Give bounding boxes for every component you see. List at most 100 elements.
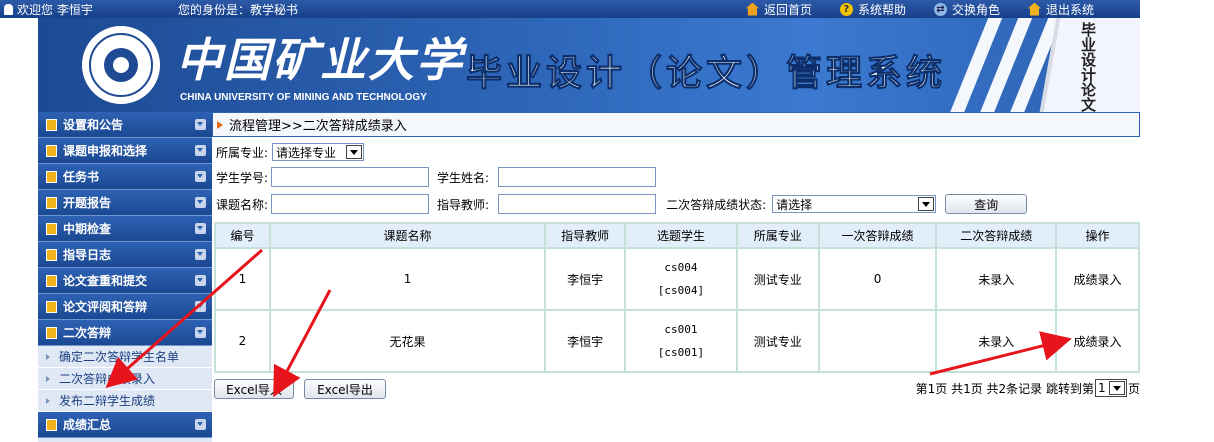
cell-teacher: 李恒宇 <box>544 309 627 373</box>
score-entry-link[interactable]: 成绩录入 <box>1074 273 1122 287</box>
folder-icon <box>46 274 57 287</box>
student-name-input[interactable] <box>498 167 657 187</box>
teacher-input[interactable] <box>498 194 657 214</box>
table-header-row: 编号 课题名称 指导教师 选题学生 所属专业 一次答辩成绩 二次答辩成绩 操作 <box>214 222 1140 249</box>
excel-import-button[interactable]: Excel导入 <box>214 379 294 399</box>
cell-topic: 1 <box>268 247 547 311</box>
major-select[interactable]: 请选择专业 <box>272 143 365 161</box>
help-link[interactable]: ? 系统帮助 <box>826 0 920 18</box>
cell-second-score: 未录入 <box>935 247 1058 311</box>
welcome-text: 欢迎您 李恒宇 <box>17 3 93 17</box>
bottom-bar: Excel导入 Excel导出 第1页 共1页 共2条记录 跳转到第 1 页 <box>214 377 1140 399</box>
page-jump-value: 1 <box>1097 381 1106 395</box>
student-name: cs004 <box>664 261 698 274</box>
query-button[interactable]: 查询 <box>945 194 1028 214</box>
university-name-cn: 中国矿业大学 <box>176 33 464 87</box>
cell-student: cs001 [cs001] <box>624 309 738 373</box>
chevron-down-icon <box>195 171 206 182</box>
pager: 第1页 共1页 共2条记录 跳转到第 1 页 <box>916 379 1140 397</box>
chevron-down-icon <box>195 327 206 338</box>
bullet-icon <box>46 375 50 382</box>
topic-label: 课题名称: <box>216 197 269 212</box>
student-id-input[interactable] <box>271 167 430 187</box>
exit-link-label: 退出系统 <box>1045 2 1094 17</box>
sidebar-item-task-book[interactable]: 任务书 <box>38 164 212 190</box>
col-first-score: 一次答辩成绩 <box>817 222 938 249</box>
student-name: cs001 <box>664 323 698 336</box>
breadcrumb: 流程管理>>二次答辩成绩录入 <box>212 112 1140 137</box>
major-select-value: 请选择专业 <box>276 145 337 160</box>
col-second-score: 二次答辩成绩 <box>935 222 1058 249</box>
top-links: 返回首页 ? 系统帮助 ⇄ 交换角色 退出系统 <box>732 0 1108 18</box>
sidebar-item-plagiarism-check[interactable]: 论文查重和提交 <box>38 268 212 294</box>
chevron-down-icon <box>195 145 206 156</box>
sidebar-subitem-publish-scores[interactable]: 发布二辩学生成绩 <box>38 390 212 412</box>
university-name-en: CHINA UNIVERSITY OF MINING AND TECHNOLOG… <box>180 92 427 103</box>
sidebar-item-midterm[interactable]: 中期检查 <box>38 216 212 242</box>
chevron-down-icon <box>195 301 206 312</box>
banner-margin <box>0 18 38 112</box>
main-content: 流程管理>>二次答辩成绩录入 所属专业: 请选择专业 学生学号: 学生姓名: 课… <box>212 112 1140 442</box>
chevron-down-icon <box>195 419 206 430</box>
folder-icon <box>46 170 57 183</box>
system-title: 毕业设计（论文）管理系统 <box>465 53 947 95</box>
major-label: 所属专业: <box>216 145 269 160</box>
exit-icon <box>1027 2 1041 16</box>
sidebar-item-topic-selection[interactable]: 课题申报和选择 <box>38 138 212 164</box>
table-row: 1 1 李恒宇 cs004 [cs004] 测试专业 0 未录入 成绩录入 <box>214 247 1140 311</box>
page-jump-select[interactable]: 1 <box>1094 379 1127 397</box>
sidebar-item-second-defense[interactable]: 二次答辩 <box>38 320 212 346</box>
help-link-label: 系统帮助 <box>857 2 906 17</box>
sidebar-subitem-confirm-list[interactable]: 确定二次答辩学生名单 <box>38 346 212 368</box>
filter-row-topic: 课题名称: 指导教师: 二次答辩成绩状态: 请选择 查询 <box>216 193 1028 215</box>
sidebar-item-review-defense[interactable]: 论文评阅和答辩 <box>38 294 212 320</box>
cell-first-score <box>817 309 938 373</box>
score-entry-link[interactable]: 成绩录入 <box>1074 335 1122 349</box>
sidebar-item-label: 论文查重和提交 <box>63 274 148 288</box>
university-seal-icon <box>82 26 160 104</box>
table-row: 2 无花果 李恒宇 cs001 [cs001] 测试专业 未录入 成绩录入 <box>214 309 1140 373</box>
chevron-down-icon <box>195 249 206 260</box>
sidebar-item-label: 开题报告 <box>63 196 112 210</box>
filter-row-major: 所属专业: 请选择专业 <box>216 141 365 163</box>
cell-topic: 无花果 <box>268 309 547 373</box>
col-id: 编号 <box>214 222 271 249</box>
chevron-down-icon <box>1108 381 1125 395</box>
topic-input[interactable] <box>271 194 430 214</box>
sidebar-item-label: 中期检查 <box>63 222 112 236</box>
chevron-down-icon <box>195 119 206 130</box>
sidebar-item-label: 成绩汇总 <box>63 418 112 432</box>
sidebar-item-label: 设置和公告 <box>63 118 124 132</box>
student-id: [cs001] <box>657 346 705 359</box>
excel-export-button[interactable]: Excel导出 <box>304 379 386 399</box>
swap-role-icon: ⇄ <box>933 2 947 16</box>
home-link-label: 返回首页 <box>763 2 812 17</box>
sidebar-item-label: 指导日志 <box>63 248 112 262</box>
swap-role-link-label: 交换角色 <box>951 2 1000 17</box>
cell-id: 1 <box>214 247 271 311</box>
welcome-area: 欢迎您 李恒宇 <box>4 1 93 18</box>
sidebar-item-guidance-log[interactable]: 指导日志 <box>38 242 212 268</box>
top-bar: 欢迎您 李恒宇 您的身份是：教学秘书 返回首页 ? 系统帮助 ⇄ 交换角色 退出… <box>0 0 1140 18</box>
folder-icon <box>46 248 57 261</box>
swap-role-link[interactable]: ⇄ 交换角色 <box>920 0 1014 18</box>
sidebar-subitem-label: 二次答辩成绩录入 <box>59 372 156 386</box>
cell-student: cs004 [cs004] <box>624 247 738 311</box>
exit-link[interactable]: 退出系统 <box>1014 0 1108 18</box>
arrow-right-icon <box>217 120 223 129</box>
status-select[interactable]: 请选择 <box>772 195 937 213</box>
folder-icon <box>46 418 57 431</box>
sidebar-item-proposal[interactable]: 开题报告 <box>38 190 212 216</box>
chevron-down-icon <box>195 275 206 286</box>
col-major: 所属专业 <box>735 222 820 249</box>
sidebar: 设置和公告 课题申报和选择 任务书 开题报告 中期检查 指导日志 论文查重和提交… <box>38 112 212 442</box>
sidebar-item-settings[interactable]: 设置和公告 <box>38 112 212 138</box>
folder-icon <box>46 196 57 209</box>
sidebar-item-label: 论文评阅和答辩 <box>63 300 148 314</box>
student-id: [cs004] <box>657 284 705 297</box>
sidebar-subitem-score-entry[interactable]: 二次答辩成绩录入 <box>38 368 212 390</box>
sidebar-subitem-label: 确定二次答辩学生名单 <box>59 350 180 364</box>
sidebar-item-score-summary[interactable]: 成绩汇总 <box>38 412 212 438</box>
chevron-down-icon <box>195 223 206 234</box>
home-link[interactable]: 返回首页 <box>732 0 826 18</box>
